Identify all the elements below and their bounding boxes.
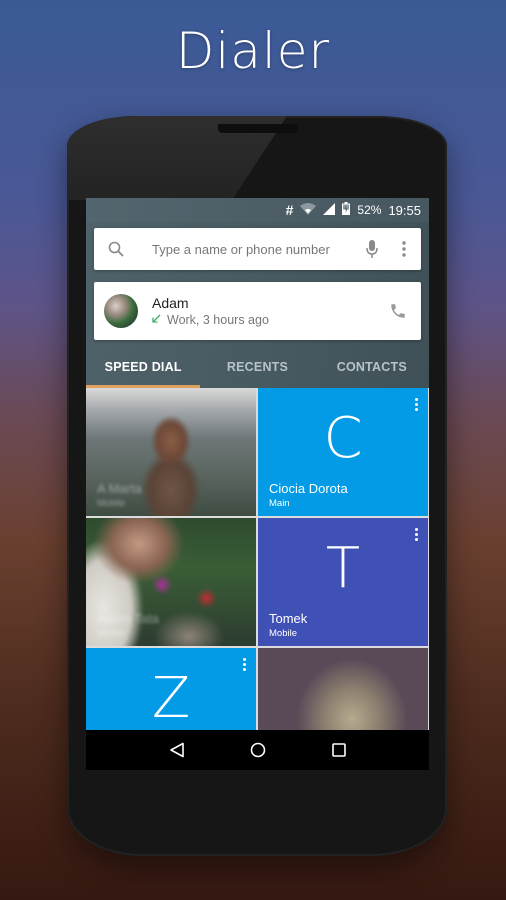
status-bar: # 52% 19:55 [86, 198, 429, 222]
contact-photo [86, 518, 256, 646]
incoming-call-icon [152, 314, 161, 326]
speed-dial-grid: A Marta Mobile C Ciocia Dorota Main Adam… [86, 388, 429, 770]
header-area: Type a name or phone number Adam Work, 3… [86, 222, 429, 388]
avatar [104, 294, 138, 328]
wifi-icon [300, 202, 317, 218]
tile-label: Mobile [269, 628, 297, 639]
tab-bar: SPEED DIAL RECENTS CONTACTS [86, 346, 429, 388]
battery-charging-icon [342, 202, 351, 218]
more-vert-icon[interactable] [387, 241, 421, 257]
tile-letter: T [325, 536, 361, 601]
search-input[interactable]: Type a name or phone number [138, 242, 357, 257]
tab-contacts[interactable]: CONTACTS [315, 346, 429, 388]
speed-dial-tile[interactable]: Adam Tata Mobile [86, 518, 256, 646]
search-bar[interactable]: Type a name or phone number [94, 228, 421, 270]
navigation-bar [86, 730, 429, 770]
recent-call-name: Adam [152, 295, 189, 311]
hash-icon: # [285, 202, 294, 218]
phone-speaker [218, 124, 298, 133]
tile-letter: C [323, 406, 363, 471]
recent-call-card[interactable]: Adam Work, 3 hours ago [94, 282, 421, 340]
contact-photo [86, 388, 256, 516]
status-time: 19:55 [388, 202, 421, 218]
tab-recents[interactable]: RECENTS [200, 346, 314, 388]
home-icon[interactable] [238, 730, 278, 770]
cell-signal-icon [323, 202, 336, 218]
tile-letter: Z [151, 666, 191, 731]
search-icon[interactable] [94, 241, 138, 257]
tile-name: A Marta [97, 481, 142, 496]
tile-label: Mobile [97, 498, 125, 509]
recent-call-detail: Work, 3 hours ago [167, 313, 269, 327]
phone-screen: # 52% 19:55 Type a name or phone number [86, 198, 429, 770]
tile-name: Adam Tata [97, 611, 159, 626]
tile-name: Ciocia Dorota [269, 481, 348, 496]
tile-name: Tomek [269, 611, 308, 626]
tab-speed-dial[interactable]: SPEED DIAL [86, 346, 201, 388]
recents-icon[interactable] [319, 730, 359, 770]
back-icon[interactable] [157, 730, 197, 770]
phone-icon[interactable] [375, 302, 421, 320]
tile-label: Mobile [97, 628, 125, 639]
promo-title: Dialer [175, 22, 331, 80]
mic-icon[interactable] [357, 240, 387, 258]
speed-dial-tile[interactable]: T Tomek Mobile [258, 518, 428, 646]
speed-dial-tile[interactable]: C Ciocia Dorota Main [258, 388, 428, 516]
speed-dial-tile[interactable]: A Marta Mobile [86, 388, 256, 516]
tile-label: Main [269, 498, 290, 509]
battery-percent: 52% [357, 203, 382, 217]
